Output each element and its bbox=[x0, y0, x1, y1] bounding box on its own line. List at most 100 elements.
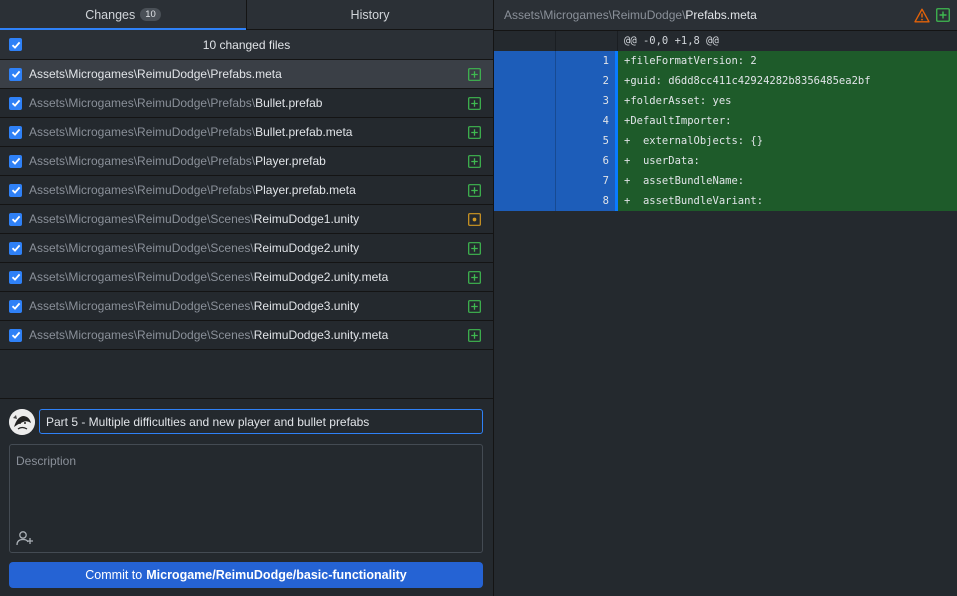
old-line-gutter bbox=[494, 191, 556, 211]
commit-description-field[interactable]: Description bbox=[9, 444, 483, 553]
old-line-gutter bbox=[494, 51, 556, 71]
file-checkbox[interactable] bbox=[9, 183, 22, 197]
new-line-number: 3 bbox=[556, 91, 618, 111]
select-all-checkbox[interactable] bbox=[9, 38, 22, 51]
changed-file-list: Assets\Microgames\ReimuDodge\Prefabs.met… bbox=[0, 60, 493, 350]
file-name: Prefabs.meta bbox=[210, 67, 282, 81]
checkmark-icon bbox=[11, 157, 20, 165]
diff-line-added[interactable]: 3 +folderAsset: yes bbox=[494, 91, 957, 111]
file-dir: Assets\Microgames\ReimuDodge\Scenes\ bbox=[29, 299, 254, 313]
checkmark-icon bbox=[11, 128, 20, 136]
tab-changes[interactable]: Changes 10 bbox=[0, 0, 246, 30]
file-path: Assets\Microgames\ReimuDodge\Scenes\Reim… bbox=[29, 241, 468, 255]
diff-line-added[interactable]: 7 + assetBundleName: bbox=[494, 171, 957, 191]
commit-area: Part 5 - Multiple difficulties and new p… bbox=[0, 398, 493, 596]
checkmark-icon bbox=[11, 186, 20, 194]
description-placeholder: Description bbox=[16, 454, 77, 468]
file-row[interactable]: Assets\Microgames\ReimuDodge\Scenes\Reim… bbox=[0, 321, 493, 350]
diff-line-added[interactable]: 6 + userData: bbox=[494, 151, 957, 171]
new-line-number: 5 bbox=[556, 131, 618, 151]
file-checkbox[interactable] bbox=[9, 67, 22, 81]
commit-button[interactable]: Commit to Microgame/ReimuDodge/basic-fun… bbox=[9, 562, 483, 588]
diff-line-text: +DefaultImporter: bbox=[618, 111, 957, 131]
diff-line-added[interactable]: 5 + externalObjects: {} bbox=[494, 131, 957, 151]
new-line-number: 2 bbox=[556, 71, 618, 91]
new-line-gutter bbox=[556, 31, 618, 51]
tab-history-label: History bbox=[350, 7, 390, 22]
checkmark-icon bbox=[11, 41, 20, 49]
old-line-gutter bbox=[494, 111, 556, 131]
commit-summary-input[interactable]: Part 5 - Multiple difficulties and new p… bbox=[39, 409, 483, 434]
file-dir: Assets\Microgames\ReimuDodge\Prefabs\ bbox=[29, 154, 256, 168]
checkmark-icon bbox=[11, 215, 20, 223]
diff-line-text: + assetBundleVariant: bbox=[618, 191, 957, 211]
plus-square-icon bbox=[468, 183, 481, 197]
plus-square-icon bbox=[468, 270, 481, 284]
diff-line-added[interactable]: 2 +guid: d6dd8cc411c42924282b8356485ea2b… bbox=[494, 71, 957, 91]
commit-summary-text: Part 5 - Multiple difficulties and new p… bbox=[46, 414, 370, 429]
checkmark-icon bbox=[11, 302, 20, 310]
new-line-number: 7 bbox=[556, 171, 618, 191]
diff-line-added[interactable]: 1 +fileFormatVersion: 2 bbox=[494, 51, 957, 71]
file-name: ReimuDodge3.unity bbox=[253, 299, 360, 313]
file-checkbox[interactable] bbox=[9, 212, 22, 226]
file-checkbox[interactable] bbox=[9, 96, 22, 110]
plus-square-icon bbox=[468, 125, 481, 139]
warning-triangle-icon[interactable] bbox=[914, 8, 930, 26]
new-line-number: 1 bbox=[556, 51, 618, 71]
file-row[interactable]: Assets\Microgames\ReimuDodge\Scenes\Reim… bbox=[0, 263, 493, 292]
checkmark-icon bbox=[11, 99, 20, 107]
file-row[interactable]: Assets\Microgames\ReimuDodge\Prefabs.met… bbox=[0, 60, 493, 89]
file-path: Assets\Microgames\ReimuDodge\Prefabs.met… bbox=[29, 67, 468, 81]
tab-history[interactable]: History bbox=[246, 0, 493, 29]
file-row[interactable]: Assets\Microgames\ReimuDodge\Scenes\Reim… bbox=[0, 205, 493, 234]
file-dir: Assets\Microgames\ReimuDodge\Prefabs\ bbox=[29, 125, 256, 139]
file-checkbox[interactable] bbox=[9, 125, 22, 139]
changed-files-count: 10 changed files bbox=[202, 37, 291, 52]
new-line-number: 6 bbox=[556, 151, 618, 171]
checkmark-icon bbox=[11, 331, 20, 339]
file-checkbox[interactable] bbox=[9, 299, 22, 313]
old-line-gutter bbox=[494, 91, 556, 111]
file-checkbox[interactable] bbox=[9, 270, 22, 284]
checkmark-icon bbox=[11, 273, 20, 281]
old-line-gutter bbox=[494, 71, 556, 91]
file-row[interactable]: Assets\Microgames\ReimuDodge\Scenes\Reim… bbox=[0, 292, 493, 321]
diff-line-text: +fileFormatVersion: 2 bbox=[618, 51, 957, 71]
person-add-icon[interactable] bbox=[15, 529, 35, 547]
file-path: Assets\Microgames\ReimuDodge\Scenes\Reim… bbox=[29, 328, 468, 342]
file-checkbox[interactable] bbox=[9, 328, 22, 342]
diff-path-name: Prefabs.meta bbox=[685, 8, 757, 22]
commit-branch-name: Microgame/ReimuDodge/basic-functionality bbox=[146, 568, 407, 582]
commit-button-prefix: Commit to bbox=[85, 568, 143, 582]
diff-line-added[interactable]: 8 + assetBundleVariant: bbox=[494, 191, 957, 211]
avatar bbox=[9, 409, 35, 435]
file-checkbox[interactable] bbox=[9, 154, 22, 168]
file-path: Assets\Microgames\ReimuDodge\Prefabs\Pla… bbox=[29, 183, 468, 197]
file-row[interactable]: Assets\Microgames\ReimuDodge\Prefabs\Pla… bbox=[0, 176, 493, 205]
file-row[interactable]: Assets\Microgames\ReimuDodge\Prefabs\Bul… bbox=[0, 89, 493, 118]
old-line-gutter bbox=[494, 31, 556, 51]
plus-square-icon bbox=[936, 8, 950, 26]
file-dir: Assets\Microgames\ReimuDodge\Scenes\ bbox=[29, 212, 254, 226]
checkmark-icon bbox=[11, 70, 20, 78]
old-line-gutter bbox=[494, 131, 556, 151]
file-row[interactable]: Assets\Microgames\ReimuDodge\Prefabs\Bul… bbox=[0, 118, 493, 147]
plus-square-icon bbox=[468, 96, 481, 110]
diff-line-text: + assetBundleName: bbox=[618, 171, 957, 191]
new-line-number: 4 bbox=[556, 111, 618, 131]
plus-square-icon bbox=[468, 154, 481, 168]
changes-count-badge: 10 bbox=[140, 8, 161, 21]
plus-square-icon bbox=[468, 328, 481, 342]
diff-line-text: + userData: bbox=[618, 151, 957, 171]
file-row[interactable]: Assets\Microgames\ReimuDodge\Scenes\Reim… bbox=[0, 234, 493, 263]
plus-square-icon bbox=[468, 299, 481, 313]
file-name: ReimuDodge3.unity.meta bbox=[253, 328, 389, 342]
hunk-header-row: @@ -0,0 +1,8 @@ bbox=[494, 31, 957, 51]
hunk-header: @@ -0,0 +1,8 @@ bbox=[624, 35, 719, 47]
file-row[interactable]: Assets\Microgames\ReimuDodge\Prefabs\Pla… bbox=[0, 147, 493, 176]
file-name: Bullet.prefab bbox=[255, 96, 323, 110]
diff-line-added[interactable]: 4 +DefaultImporter: bbox=[494, 111, 957, 131]
file-checkbox[interactable] bbox=[9, 241, 22, 255]
dot-square-icon bbox=[468, 212, 481, 226]
